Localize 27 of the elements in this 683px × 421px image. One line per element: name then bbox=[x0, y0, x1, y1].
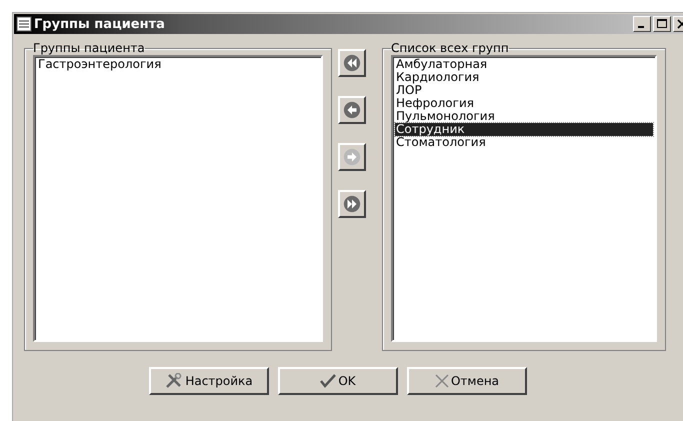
list-item[interactable]: Стоматология bbox=[395, 136, 653, 149]
group-label: Список всех групп bbox=[391, 41, 509, 55]
window-title: Группы пациента bbox=[34, 16, 166, 32]
minimize-icon bbox=[638, 26, 644, 28]
move-button[interactable] bbox=[338, 96, 366, 124]
app-icon bbox=[16, 16, 32, 32]
list-item[interactable]: ЛОР bbox=[395, 84, 653, 97]
list-item[interactable]: Кардиология bbox=[395, 71, 653, 84]
list-item[interactable]: Гастроэнтерология bbox=[37, 58, 319, 71]
settings-button[interactable]: Настройка bbox=[149, 367, 269, 395]
list-item[interactable]: Амбулаторная bbox=[395, 58, 653, 71]
list-item[interactable]: Нефрология bbox=[395, 97, 653, 110]
check-icon bbox=[320, 374, 336, 388]
list-box[interactable]: Гастроэнтерология bbox=[33, 55, 323, 342]
minimize-button[interactable] bbox=[633, 16, 651, 32]
move-button[interactable] bbox=[338, 49, 366, 77]
cancel-button[interactable]: Отмена bbox=[407, 367, 527, 395]
list-item[interactable]: Пульмонология bbox=[395, 110, 653, 123]
maximize-icon bbox=[657, 19, 667, 29]
maximize-button[interactable] bbox=[653, 16, 671, 32]
group-label: Группы пациента bbox=[33, 41, 145, 55]
list-item[interactable]: Сотрудник bbox=[395, 123, 653, 136]
cross-icon bbox=[434, 374, 449, 388]
ok-button[interactable]: OK bbox=[278, 367, 398, 395]
list-box[interactable]: Амбулаторная Кардиология ЛОР Нефрология Пульмонология Сотрудник Стоматология bbox=[391, 55, 657, 342]
move-button[interactable] bbox=[338, 190, 366, 218]
tools-icon bbox=[165, 373, 184, 389]
